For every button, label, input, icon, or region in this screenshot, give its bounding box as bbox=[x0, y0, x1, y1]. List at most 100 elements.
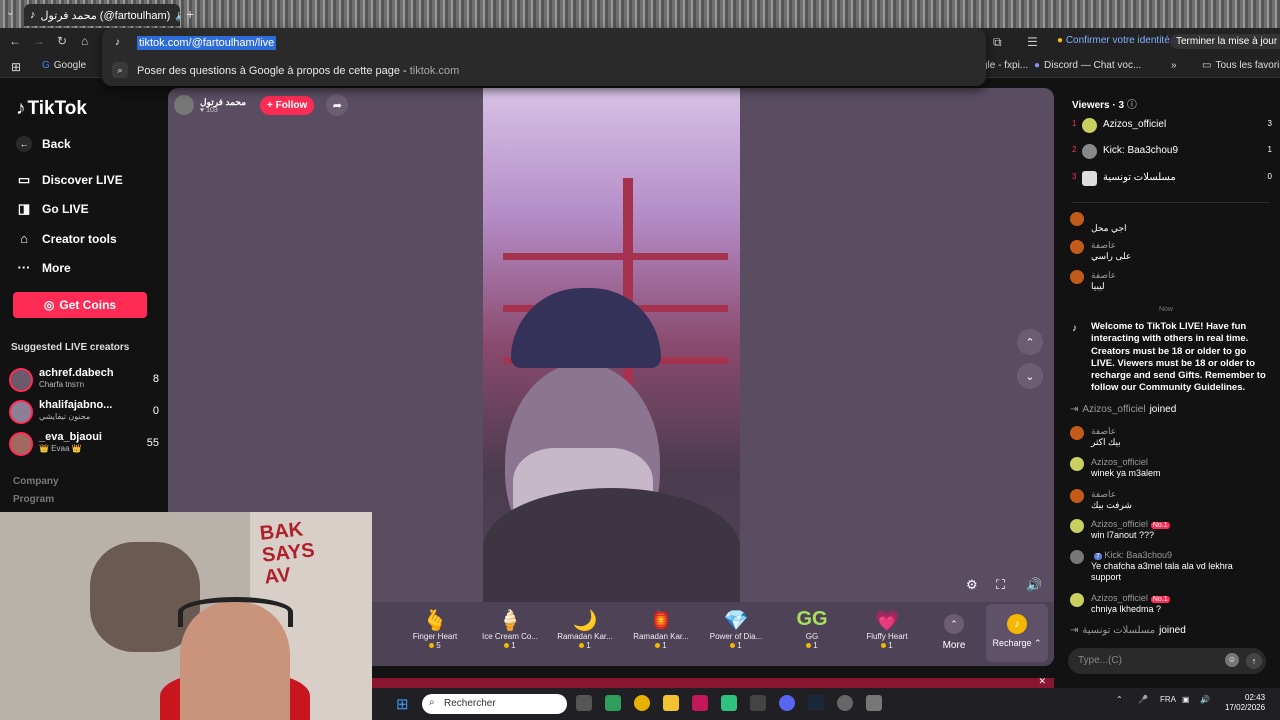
host-avatar[interactable] bbox=[174, 95, 194, 115]
extensions-icon[interactable]: ⧉ bbox=[993, 35, 1002, 50]
gift-item[interactable]: 🏮 Ramadan Kar... 1 bbox=[626, 608, 696, 650]
more-gifts-button[interactable]: ⌃ More bbox=[938, 614, 970, 651]
viewer-row[interactable]: 2 Kick: Baa3chou9 1 bbox=[1072, 144, 1272, 160]
gift-name: Finger Heart bbox=[412, 632, 458, 641]
back-button[interactable]: ← Back bbox=[16, 136, 71, 152]
gift-item[interactable]: 💎 Power of Dia... 1 bbox=[701, 608, 771, 650]
tab-list-icon[interactable]: ⌄ bbox=[6, 7, 14, 18]
rank-badge-label: No.1 bbox=[1152, 596, 1168, 603]
live-video[interactable] bbox=[483, 88, 740, 602]
sidebar-item-more[interactable]: ··· More bbox=[16, 260, 71, 275]
tab-search-icon[interactable]: ☰ bbox=[1027, 35, 1038, 49]
browser-tab[interactable]: ♪ محمد فرتول (@fartoulham) 🔊 ✕ bbox=[24, 4, 180, 26]
obs-icon[interactable] bbox=[837, 695, 853, 711]
omnibox-suggestion[interactable]: Poser des questions à Google à propos de… bbox=[137, 65, 459, 77]
chat-username[interactable]: Kick: Baa3chou9 bbox=[1104, 550, 1172, 560]
url-input[interactable]: tiktok.com/@fartoulham/live bbox=[137, 36, 277, 50]
home-icon[interactable]: ⌂ bbox=[81, 34, 88, 48]
info-icon[interactable]: ⓘ bbox=[1127, 100, 1137, 111]
kick-icon[interactable] bbox=[721, 695, 737, 711]
finish-update-button[interactable]: Terminer la mise à jour ⋮ bbox=[1170, 34, 1280, 49]
gift-name: Power of Dia... bbox=[709, 632, 763, 641]
back-arrow-icon[interactable]: ← bbox=[9, 34, 21, 48]
confirm-identity-label: Confirmer votre identité bbox=[1065, 35, 1170, 46]
creator-name: _eva_bjaoui bbox=[39, 431, 102, 443]
close-icon[interactable]: ✕ bbox=[1038, 676, 1046, 687]
speaker-icon[interactable]: 🔊 bbox=[1200, 695, 1210, 704]
tab-audio-icon[interactable]: 🔊 bbox=[175, 9, 180, 22]
bookmark-all-favorites[interactable]: ▭ Tous les favoris bbox=[1202, 60, 1280, 71]
language-indicator[interactable]: FRA bbox=[1160, 695, 1176, 704]
network-icon[interactable]: ▣ bbox=[1182, 695, 1190, 704]
emoji-icon[interactable]: ☺ bbox=[1225, 653, 1239, 667]
previous-live-chevron-up-icon[interactable]: ⌃ bbox=[1017, 329, 1043, 355]
steam-icon[interactable] bbox=[808, 695, 824, 711]
send-arrow-icon[interactable]: ↑ bbox=[1246, 653, 1262, 669]
reload-icon[interactable]: ↻ bbox=[57, 34, 67, 48]
chrome-icon[interactable] bbox=[634, 695, 650, 711]
app-icon[interactable] bbox=[750, 695, 766, 711]
adobe-icon[interactable] bbox=[692, 695, 708, 711]
confirm-identity-button[interactable]: ● Confirmer votre identité bbox=[1057, 35, 1170, 46]
chat-username[interactable]: Azizos_officiel bbox=[1082, 404, 1145, 415]
fullscreen-icon[interactable]: ⛶ bbox=[996, 577, 1005, 593]
chat-username[interactable]: Azizos_officiel bbox=[1091, 457, 1148, 467]
settings-gear-icon[interactable]: ⚙ bbox=[966, 577, 978, 593]
footer-link-program[interactable]: Program bbox=[13, 494, 54, 505]
back-circle-icon: ← bbox=[16, 136, 32, 152]
footer-link-company[interactable]: Company bbox=[13, 476, 59, 487]
sidebar-item-discover-live[interactable]: ▭ Discover LIVE bbox=[16, 172, 123, 188]
taskbar-search[interactable]: ⌕ Rechercher bbox=[422, 694, 567, 714]
follow-button[interactable]: + Follow bbox=[260, 95, 315, 115]
bookmark-discord[interactable]: ● Discord — Chat voc... bbox=[1034, 60, 1141, 71]
tiktok-logo[interactable]: ♪ TikTok bbox=[16, 98, 87, 120]
suggested-creator[interactable]: achref.dabech Charfa tnsтn 8 bbox=[9, 366, 159, 392]
creator-name: achref.dabech bbox=[39, 367, 114, 379]
apps-grid-icon[interactable]: ⊞ bbox=[11, 60, 21, 74]
chat-username[interactable]: مسلسلات تونسية bbox=[1082, 625, 1155, 636]
address-bar-dropdown[interactable]: ♪ tiktok.com/@fartoulham/live ⌕ Poser de… bbox=[102, 28, 986, 86]
suggested-creator[interactable]: _eva_bjaoui 👑 Evaa 👑 55 bbox=[9, 430, 159, 456]
tray-chevron-up-icon[interactable]: ⌃ bbox=[1116, 695, 1123, 704]
gift-item[interactable]: 🌙 Ramadan Kar... 1 bbox=[550, 608, 620, 650]
task-view-icon[interactable] bbox=[576, 695, 592, 711]
sidebar-item-creator-tools[interactable]: ⌂ Creator tools bbox=[16, 231, 117, 246]
volume-icon[interactable]: 🔊 bbox=[1026, 577, 1042, 593]
share-icon[interactable]: ➦ bbox=[326, 94, 349, 116]
viewer-row[interactable]: 3 مسلسلات تونسية 0 bbox=[1072, 171, 1272, 187]
forward-arrow-icon[interactable]: → bbox=[33, 34, 45, 48]
gift-item[interactable]: 🍦 Ice Cream Co... 1 bbox=[475, 608, 545, 650]
settings-icon[interactable] bbox=[866, 695, 882, 711]
gift-item[interactable]: GG GG 1 bbox=[777, 608, 847, 650]
sidebar-item-go-live[interactable]: ◨ Go LIVE bbox=[16, 201, 89, 217]
chat-username[interactable]: عاصفة bbox=[1091, 426, 1116, 437]
creator-subtitle: 👑 Evaa 👑 bbox=[39, 444, 82, 453]
get-coins-button[interactable]: ◎ Get Coins bbox=[13, 292, 147, 318]
chat-text-line: support bbox=[1091, 572, 1122, 582]
discord-icon[interactable] bbox=[779, 695, 795, 711]
ramadan-lantern-gift-icon: 🏮 bbox=[648, 610, 674, 632]
app-icon[interactable] bbox=[605, 695, 621, 711]
chat-username[interactable]: Azizos_officiel bbox=[1091, 593, 1148, 603]
chat-text: win l7anout ??? bbox=[1091, 530, 1155, 540]
chat-username[interactable]: عاصفة bbox=[1091, 489, 1116, 500]
new-tab-icon[interactable]: + bbox=[186, 6, 194, 22]
next-live-chevron-down-icon[interactable]: ⌄ bbox=[1017, 363, 1043, 389]
bookmarks-overflow-icon[interactable]: » bbox=[1171, 60, 1177, 71]
chat-username[interactable]: عاصفة bbox=[1091, 270, 1116, 281]
file-explorer-icon[interactable] bbox=[663, 695, 679, 711]
chat-username[interactable]: Azizos_officiel bbox=[1091, 519, 1148, 529]
gift-item[interactable]: 💗 Fluffy Heart 1 bbox=[852, 608, 922, 650]
host-name[interactable]: محمد فرتول bbox=[200, 97, 246, 107]
suggested-creator[interactable]: khalifajabno... مجنون تيفايشي 0 bbox=[9, 398, 159, 424]
bookmark-fxpi[interactable]: gle - fxpi... bbox=[982, 60, 1028, 71]
taskbar-clock[interactable]: 02:43 17/02/2026 bbox=[1225, 693, 1265, 713]
avatar bbox=[1070, 489, 1084, 503]
viewer-row[interactable]: 1 Azizos_officiel 3 bbox=[1072, 118, 1272, 134]
microphone-icon[interactable]: 🎤 bbox=[1138, 695, 1148, 704]
gift-item[interactable]: 🫰 Finger Heart 5 bbox=[400, 608, 470, 650]
chat-username[interactable]: عاصفة bbox=[1091, 240, 1116, 251]
bookmark-google[interactable]: G Google bbox=[42, 60, 86, 71]
recharge-button[interactable]: ♪ Recharge ⌃ bbox=[986, 604, 1048, 662]
windows-start-icon[interactable]: ⊞ bbox=[396, 695, 409, 713]
